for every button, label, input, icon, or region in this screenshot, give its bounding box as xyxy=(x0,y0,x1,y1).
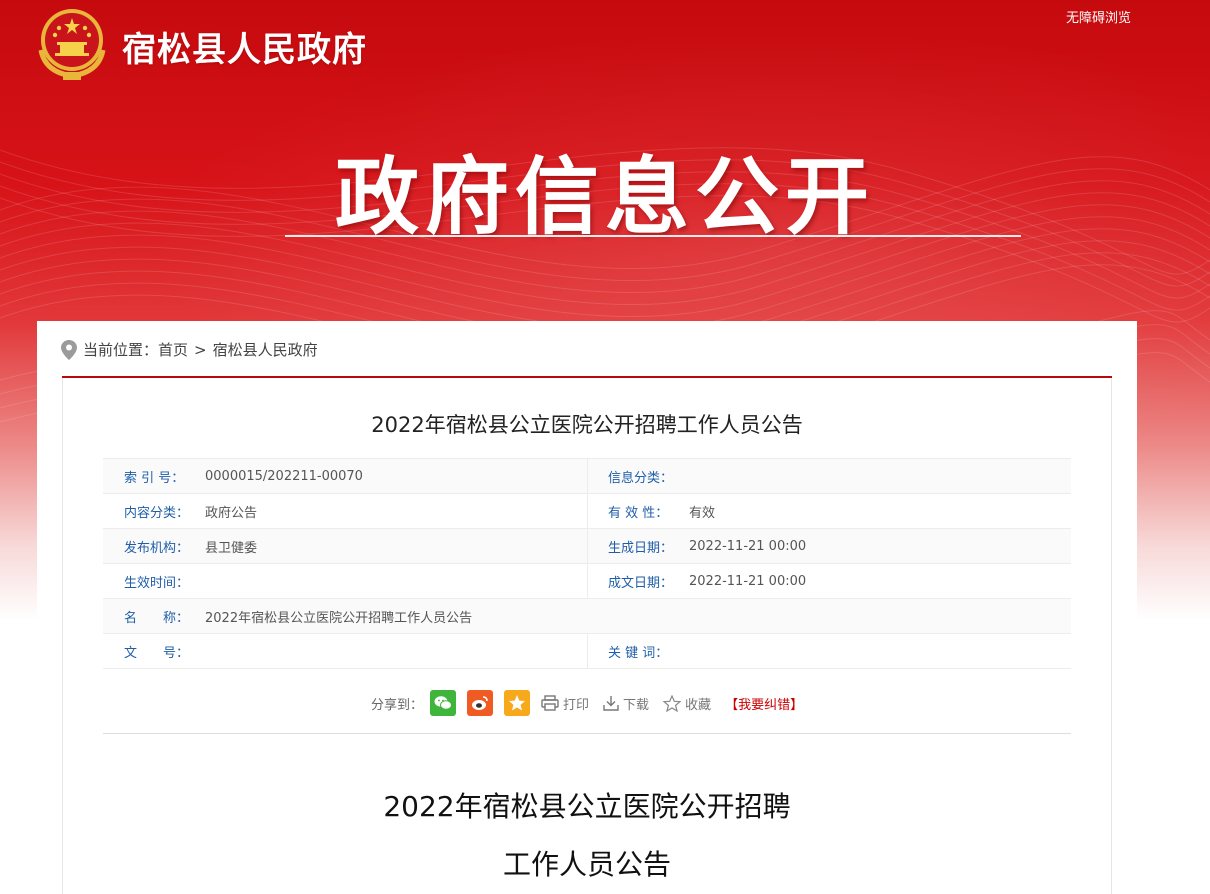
breadcrumb: 当前位置： 首页 > 宿松县人民政府 xyxy=(61,339,318,360)
download-label: 下载 xyxy=(623,697,650,713)
printer-icon xyxy=(541,695,559,711)
download-icon xyxy=(603,696,619,711)
content-divider xyxy=(103,733,1071,734)
publisher-value: 县卫健委 xyxy=(205,528,588,564)
table-row: 发布机构： 县卫健委 生成日期： 2022-11-21 00:00 xyxy=(103,528,1071,564)
qzone-star-icon[interactable] xyxy=(504,690,531,716)
index-value: 0000015/202211-00070 xyxy=(205,458,588,494)
table-row: 索 引 号： 0000015/202211-00070 信息分类： xyxy=(103,458,1071,494)
banner-title: 政府信息公开 xyxy=(334,147,875,246)
site-name[interactable]: 宿松县人民政府 xyxy=(122,22,367,71)
print-label: 打印 xyxy=(563,697,590,713)
share-label: 分享到： xyxy=(371,697,424,713)
effective-time-label: 生效时间： xyxy=(103,563,205,599)
breadcrumb-current[interactable]: 宿松县人民政府 xyxy=(213,339,318,360)
content-category-label: 内容分类： xyxy=(103,493,205,529)
body-title-line2: 工作人员公告 xyxy=(502,848,671,881)
share-toolbar: 分享到： 打印 下载 收藏 【我要纠错】 xyxy=(371,690,803,716)
national-emblem-icon xyxy=(38,9,106,80)
report-error-link[interactable]: 【我要纠错】 xyxy=(725,694,803,713)
written-date-label: 成文日期： xyxy=(587,563,689,599)
name-label: 名 称： xyxy=(103,598,205,634)
breadcrumb-separator: > xyxy=(194,340,207,359)
location-pin-icon xyxy=(61,339,77,360)
publisher-label: 发布机构： xyxy=(103,528,205,564)
download-button[interactable]: 下载 xyxy=(603,694,649,713)
banner-underline xyxy=(285,235,1021,237)
wechat-icon[interactable] xyxy=(430,690,457,716)
favorite-button[interactable]: 收藏 xyxy=(663,694,711,713)
effective-time-value xyxy=(205,563,588,599)
written-date-value: 2022-11-21 00:00 xyxy=(689,563,1071,599)
weibo-icon[interactable] xyxy=(467,690,494,716)
content-category-value: 政府公告 xyxy=(205,493,588,529)
validity-label: 有 效 性： xyxy=(587,493,689,529)
table-row: 文 号： 关 键 词： xyxy=(103,633,1071,669)
accessibility-link[interactable]: 无障碍浏览 xyxy=(1066,7,1131,26)
table-row: 内容分类： 政府公告 有 效 性： 有效 xyxy=(103,493,1071,529)
keywords-value xyxy=(689,633,1071,669)
name-value: 2022年宿松县公立医院公开招聘工作人员公告 xyxy=(205,598,1071,634)
keywords-label: 关 键 词： xyxy=(587,633,689,669)
main-content: 当前位置： 首页 > 宿松县人民政府 2022年宿松县公立医院公开招聘工作人员公… xyxy=(37,321,1137,894)
generated-date-value: 2022-11-21 00:00 xyxy=(689,528,1071,564)
breadcrumb-home[interactable]: 首页 xyxy=(158,339,188,360)
favorite-label: 收藏 xyxy=(685,697,712,713)
table-row: 生效时间： 成文日期： 2022-11-21 00:00 xyxy=(103,563,1071,599)
index-label: 索 引 号： xyxy=(103,458,205,494)
info-category-label: 信息分类： xyxy=(587,458,689,494)
star-outline-icon xyxy=(663,694,682,712)
print-button[interactable]: 打印 xyxy=(541,694,589,713)
article-title: 2022年宿松县公立医院公开招聘工作人员公告 xyxy=(371,413,803,437)
generated-date-label: 生成日期： xyxy=(587,528,689,564)
table-row: 名 称： 2022年宿松县公立医院公开招聘工作人员公告 xyxy=(103,598,1071,634)
document-number-value xyxy=(205,633,588,669)
breadcrumb-prefix: 当前位置： xyxy=(83,341,159,359)
validity-value: 有效 xyxy=(689,493,1071,529)
metadata-table: 索 引 号： 0000015/202211-00070 信息分类： 内容分类： … xyxy=(103,458,1071,669)
document-number-label: 文 号： xyxy=(103,633,205,669)
body-title-line1: 2022年宿松县公立医院公开招聘 xyxy=(383,790,791,823)
info-category-value xyxy=(689,458,1071,494)
